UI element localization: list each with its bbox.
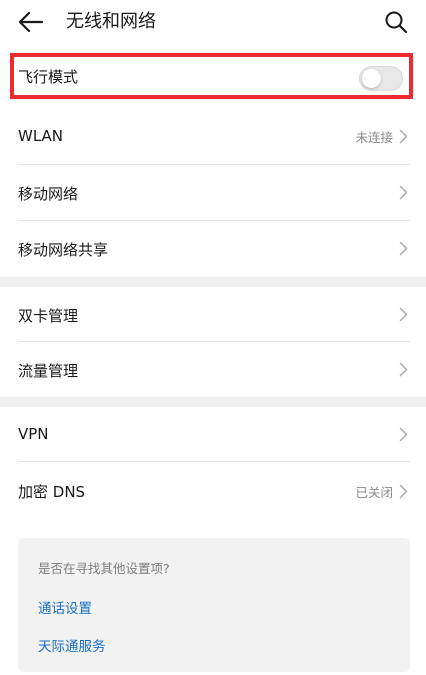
data-usage-row[interactable]: 流量管理: [0, 342, 426, 397]
back-button[interactable]: [14, 6, 48, 38]
chevron-right-icon: [399, 484, 408, 499]
search-icon: [385, 11, 408, 34]
group-separator: [0, 397, 426, 407]
chevron-right-icon: [399, 129, 408, 144]
chevron-right-icon: [399, 307, 408, 322]
call-settings-link[interactable]: 通话设置: [38, 597, 92, 617]
suggestions-card: 是否在寻找其他设置项? 通话设置 天际通服务: [18, 538, 410, 672]
data-usage-label: 流量管理: [18, 362, 79, 380]
airplane-mode-highlight-box: [10, 53, 413, 99]
top-app-bar: 无线和网络: [0, 0, 426, 46]
tethering-row[interactable]: 移动网络共享: [0, 221, 426, 277]
group-separator: [0, 277, 426, 287]
mobile-network-label: 移动网络: [18, 185, 79, 203]
suggestions-hint: 是否在寻找其他设置项?: [38, 561, 170, 576]
skytone-service-link[interactable]: 天际通服务: [38, 635, 106, 655]
chevron-right-icon: [399, 427, 408, 442]
vpn-label: VPN: [18, 425, 49, 443]
private-dns-status: 已关闭: [355, 485, 393, 500]
wlan-row[interactable]: WLAN 未连接: [0, 110, 426, 164]
private-dns-label: 加密 DNS: [18, 483, 86, 501]
chevron-right-icon: [399, 362, 408, 377]
chevron-right-icon: [399, 241, 408, 256]
wireless-network-settings-page: 无线和网络 飞行模式 WLAN 未连接 移动网络 移动网络共享 双卡管理 流量管…: [0, 0, 426, 675]
wlan-label: WLAN: [18, 127, 64, 145]
vpn-row[interactable]: VPN: [0, 407, 426, 461]
chevron-right-icon: [399, 185, 408, 200]
page-title: 无线和网络: [66, 11, 156, 32]
back-arrow-icon: [18, 11, 44, 33]
dual-sim-row[interactable]: 双卡管理: [0, 287, 426, 341]
tethering-label: 移动网络共享: [18, 241, 109, 259]
wlan-status: 未连接: [355, 130, 393, 145]
mobile-network-row[interactable]: 移动网络: [0, 165, 426, 220]
dual-sim-label: 双卡管理: [18, 307, 79, 325]
search-button[interactable]: [380, 6, 412, 38]
private-dns-row[interactable]: 加密 DNS 已关闭: [0, 462, 426, 518]
